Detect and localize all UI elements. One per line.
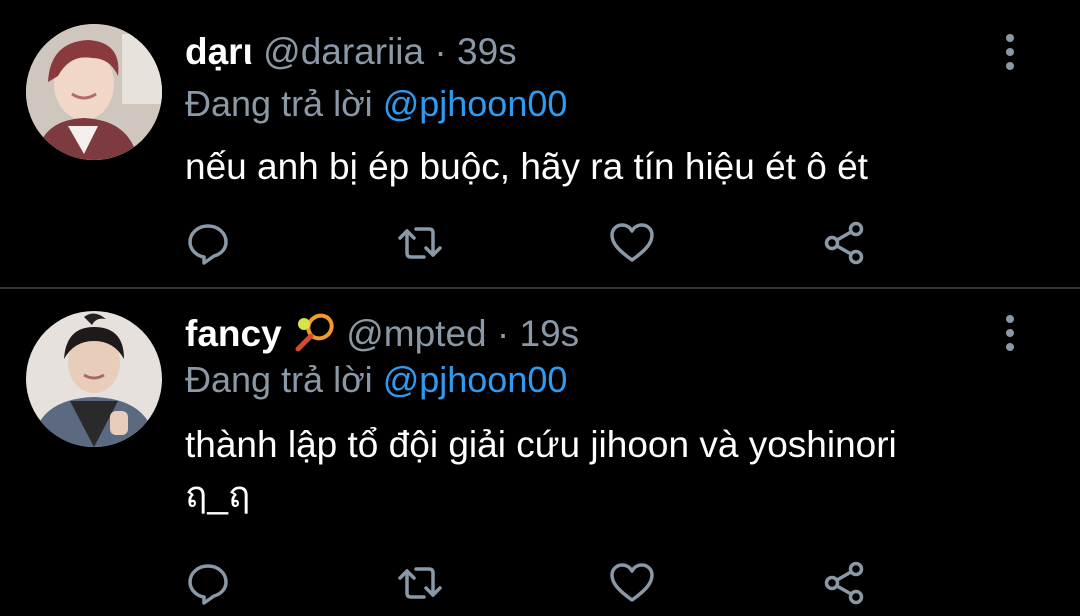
separator: · [434, 31, 447, 72]
tweet-actions [0, 219, 1080, 267]
retweet-button[interactable] [396, 559, 444, 607]
retweet-icon [398, 567, 442, 599]
reply-icon [188, 224, 228, 265]
timestamp[interactable]: 39s [457, 31, 517, 72]
tweet-header: dạrι @darariia · 39s [185, 30, 517, 74]
avatar[interactable] [26, 24, 162, 160]
display-name[interactable]: dạrι [185, 31, 253, 72]
like-button[interactable] [608, 559, 656, 607]
replying-to-label: Đang trả lời [185, 359, 373, 400]
share-icon [824, 221, 864, 265]
retweet-icon [398, 227, 442, 259]
tweet-text: nếu anh bị ép buộc, hãy ra tín hiệu ét ô… [185, 142, 1045, 192]
tweet[interactable]: fancy @mpted · 19s Đang trả lời @pjhoon0… [0, 289, 1080, 616]
reply-button[interactable] [184, 219, 232, 267]
share-button[interactable] [820, 219, 868, 267]
username[interactable]: @mpted [346, 313, 486, 354]
share-icon [824, 561, 864, 605]
like-button[interactable] [608, 219, 656, 267]
reply-icon [188, 564, 228, 605]
mention-link[interactable]: @pjhoon00 [383, 83, 568, 124]
reply-button[interactable] [184, 559, 232, 607]
like-icon [610, 563, 654, 602]
tweet-actions [0, 559, 1080, 607]
avatar[interactable] [26, 311, 162, 447]
more-icon[interactable] [998, 313, 1022, 353]
retweet-button[interactable] [396, 219, 444, 267]
more-icon[interactable] [998, 32, 1022, 72]
mention-link[interactable]: @pjhoon00 [383, 359, 568, 400]
separator: · [496, 313, 510, 354]
display-name[interactable]: fancy [185, 313, 282, 354]
like-icon [610, 223, 654, 262]
tweet-text-line: ฤ_ฤ [185, 474, 251, 515]
tweet[interactable]: dạrι @darariia · 39s Đang trả lời @pjhoo… [0, 0, 1080, 287]
tweet-header: fancy @mpted · 19s [185, 312, 579, 356]
replying-to: Đang trả lời @pjhoon00 [185, 358, 567, 402]
tweet-text-line: nếu anh bị ép buộc, hãy ra tín hiệu ét ô… [185, 146, 868, 187]
tweet-text: thành lập tổ đội giải cứu jihoon và yosh… [185, 420, 1045, 520]
timestamp[interactable]: 19s [520, 313, 580, 354]
share-button[interactable] [820, 559, 868, 607]
tennis-racket-icon [292, 312, 336, 352]
username[interactable]: @darariia [263, 31, 424, 72]
replying-to-label: Đang trả lời [185, 83, 373, 124]
tweet-text-line: thành lập tổ đội giải cứu jihoon và yosh… [185, 424, 897, 465]
replying-to: Đang trả lời @pjhoon00 [185, 82, 567, 126]
